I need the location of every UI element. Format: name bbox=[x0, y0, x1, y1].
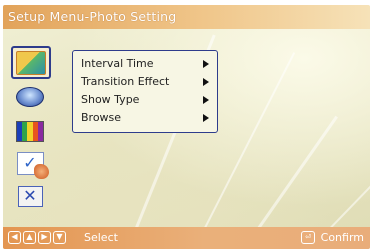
checklist-settings-button[interactable]: ✓ bbox=[15, 150, 49, 179]
speed-settings-button[interactable] bbox=[15, 84, 45, 110]
triangle-right-icon bbox=[203, 96, 209, 104]
menu-item-show-type[interactable]: Show Type bbox=[81, 92, 211, 108]
checklist-icon: ✓ bbox=[16, 151, 49, 179]
up-arrow-icon: ▲ bbox=[23, 231, 36, 244]
confirm-hint: Confirm bbox=[320, 231, 364, 244]
menu-item-label: Show Type bbox=[81, 93, 140, 106]
menu-item-interval-time[interactable]: Interval Time bbox=[81, 56, 211, 72]
menu-item-label: Interval Time bbox=[81, 57, 154, 70]
menu-item-browse[interactable]: Browse bbox=[81, 110, 211, 126]
triangle-right-icon bbox=[203, 114, 209, 122]
triangle-right-icon bbox=[203, 78, 209, 86]
menu-item-label: Browse bbox=[81, 111, 122, 124]
menu-title: Setup Menu-Photo Setting bbox=[8, 9, 177, 24]
down-arrow-icon: ▼ bbox=[53, 231, 66, 244]
right-arrow-icon: ▶ bbox=[38, 231, 51, 244]
exit-button[interactable]: ✕ bbox=[15, 183, 45, 209]
menu-item-transition-effect[interactable]: Transition Effect bbox=[81, 74, 211, 90]
photo-setting-screen: Setup Menu-Photo Setting ✓ ✕ Interval Ti… bbox=[3, 5, 370, 249]
photo-settings-button[interactable] bbox=[11, 46, 51, 79]
photo-settings-icon bbox=[16, 50, 46, 75]
title-bar: Setup Menu-Photo Setting bbox=[3, 5, 370, 29]
color-bars-icon bbox=[16, 120, 44, 142]
color-settings-button[interactable] bbox=[15, 118, 45, 144]
enter-key-icon: ⏎ bbox=[301, 231, 315, 244]
photo-setting-submenu: Interval Time Transition Effect Show Typ… bbox=[72, 50, 218, 133]
select-hint: Select bbox=[84, 231, 118, 244]
navigation-keys: ◀ ▲ ▶ ▼ bbox=[8, 231, 66, 244]
close-icon: ✕ bbox=[17, 185, 43, 207]
triangle-right-icon bbox=[203, 60, 209, 68]
speedometer-icon bbox=[16, 87, 44, 107]
left-arrow-icon: ◀ bbox=[8, 231, 21, 244]
footer-bar: ◀ ▲ ▶ ▼ Select ⏎ Confirm bbox=[3, 227, 370, 249]
menu-item-label: Transition Effect bbox=[81, 75, 170, 88]
